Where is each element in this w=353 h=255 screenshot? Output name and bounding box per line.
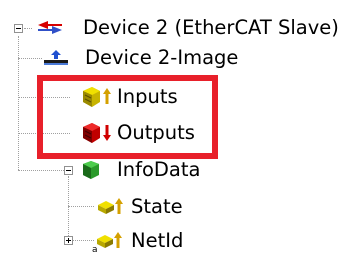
highlight-box [37, 75, 218, 159]
netid-expander[interactable] [64, 236, 73, 245]
netid-variable-icon: a [92, 232, 122, 253]
infodata-icon [83, 161, 99, 179]
tree-line-state [68, 206, 94, 207]
tree-line-infodata [18, 170, 64, 171]
state-variable-icon [98, 198, 123, 214]
infodata-expander[interactable] [64, 166, 73, 175]
tree-line-image [18, 58, 42, 59]
state-label[interactable]: State [131, 196, 183, 218]
device-label[interactable]: Device 2 (EtherCAT Slave) [83, 17, 339, 39]
tree-line-infodata-children [68, 176, 69, 240]
ethercat-slave-icon [38, 21, 62, 34]
device-tree: Device 2 (EtherCAT Slave) Device 2-Image… [0, 0, 353, 255]
process-image-icon [44, 50, 68, 65]
tree-line-root [18, 36, 19, 170]
device-expander[interactable] [14, 24, 23, 33]
tree-line-root-stub [24, 28, 32, 29]
svg-text:a: a [92, 245, 98, 253]
netid-label[interactable]: NetId [131, 230, 183, 252]
device-image-label[interactable]: Device 2-Image [85, 47, 238, 69]
infodata-label[interactable]: InfoData [117, 159, 200, 181]
